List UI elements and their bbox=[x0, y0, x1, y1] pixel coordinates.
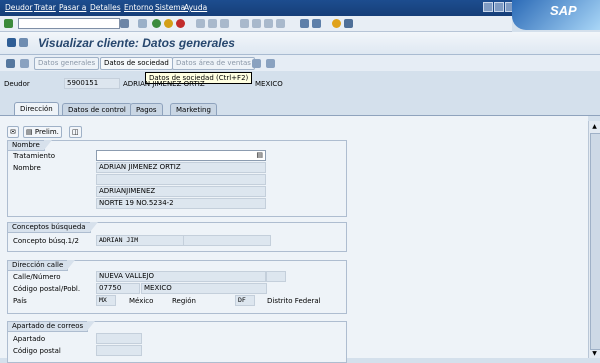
pais-field[interactable]: MX bbox=[96, 295, 116, 306]
next-page-icon[interactable] bbox=[264, 19, 273, 28]
region-label: Región bbox=[172, 297, 196, 305]
sap-brand-text: SAP bbox=[550, 3, 577, 18]
print-preview-icon: ▤ bbox=[26, 128, 35, 136]
document-icon bbox=[19, 38, 28, 47]
calle-field[interactable]: NUEVA VALLEJO bbox=[96, 271, 266, 282]
minimize-icon[interactable] bbox=[483, 2, 493, 12]
datos-generales-button[interactable]: Datos generales bbox=[34, 57, 100, 70]
application-toolbar: Datos generales Datos de sociedad Datos … bbox=[0, 55, 600, 71]
apartado-cp-field[interactable] bbox=[96, 345, 142, 356]
comm-icon[interactable]: ✉ bbox=[7, 126, 19, 138]
apartado-field[interactable] bbox=[96, 333, 142, 344]
customer-name: ADRIAN JIMENEZ ORTIZ bbox=[123, 80, 205, 88]
first-page-icon[interactable] bbox=[240, 19, 249, 28]
find-next-icon[interactable] bbox=[220, 19, 229, 28]
title-bar: Visualizar cliente: Datos generales bbox=[0, 32, 600, 55]
dropdown-icon[interactable]: ▤ bbox=[256, 151, 263, 160]
new-session-icon[interactable] bbox=[300, 19, 309, 28]
cp-label: Código postal/Pobl. bbox=[13, 285, 81, 293]
customer-icon bbox=[7, 38, 16, 47]
command-field[interactable] bbox=[18, 18, 120, 29]
nombre-label: Nombre bbox=[13, 164, 41, 172]
sap-logo: SAP bbox=[512, 0, 600, 30]
deudor-label: Deudor bbox=[4, 80, 30, 88]
dropdown-icon[interactable] bbox=[120, 19, 129, 28]
numero-field[interactable] bbox=[266, 271, 286, 282]
shortcut-icon[interactable] bbox=[312, 19, 321, 28]
display-change-icon[interactable] bbox=[6, 59, 15, 68]
nombre-field-4[interactable]: NORTE 19 NO.5234-2 bbox=[96, 198, 266, 209]
group-busqueda-title: Conceptos búsqueda bbox=[8, 222, 98, 233]
group-apartado: Apartado de correos bbox=[7, 321, 347, 363]
region-name: Distrito Federal bbox=[267, 297, 321, 305]
print-icon[interactable] bbox=[196, 19, 205, 28]
exit-icon[interactable] bbox=[164, 19, 173, 28]
nombre-field-3[interactable]: ADRIANJIMENEZ bbox=[96, 186, 266, 197]
vertical-scrollbar[interactable]: ▲ ▼ bbox=[588, 121, 600, 358]
menu-sistema[interactable]: Sistema bbox=[155, 3, 185, 12]
busqueda-label: Concepto búsq.1/2 bbox=[13, 237, 79, 245]
calle-label: Calle/Número bbox=[13, 273, 61, 281]
save-icon[interactable] bbox=[138, 19, 147, 28]
find-icon[interactable] bbox=[208, 19, 217, 28]
menu-tratar[interactable]: Tratar bbox=[34, 3, 56, 12]
group-direccion-title: Dirección calle bbox=[8, 260, 76, 271]
menu-pasar-a[interactable]: Pasar a bbox=[59, 3, 86, 12]
poblacion-field[interactable]: MEXICO bbox=[141, 283, 267, 294]
nombre-field-1[interactable]: ADRIAN JIMENEZ ORTIZ bbox=[96, 162, 266, 173]
cancel-icon[interactable] bbox=[176, 19, 185, 28]
other-customer-icon[interactable] bbox=[20, 59, 29, 68]
scroll-thumb[interactable] bbox=[590, 133, 600, 350]
cp-field[interactable]: 07750 bbox=[96, 283, 140, 294]
tratamiento-field[interactable]: ▤ bbox=[96, 150, 266, 161]
back-icon[interactable] bbox=[152, 19, 161, 28]
map-icon[interactable]: ◫ bbox=[69, 126, 82, 138]
last-page-icon[interactable] bbox=[276, 19, 285, 28]
previous-page-icon[interactable] bbox=[252, 19, 261, 28]
customer-city: MEXICO bbox=[255, 80, 283, 88]
nombre-field-2[interactable] bbox=[96, 174, 266, 185]
enter-icon[interactable] bbox=[4, 19, 13, 28]
datos-area-ventas-button[interactable]: Datos área de ventas bbox=[172, 57, 255, 70]
layout-icon[interactable] bbox=[344, 19, 353, 28]
pais-name: México bbox=[129, 297, 154, 305]
menu-ayuda[interactable]: Ayuda bbox=[184, 3, 207, 12]
menu-deudor[interactable]: Deudor bbox=[5, 3, 33, 12]
busqueda-field-2[interactable] bbox=[183, 235, 271, 246]
tratamiento-label: Tratamiento bbox=[13, 152, 55, 160]
datos-sociedad-button[interactable]: Datos de sociedad bbox=[100, 57, 173, 70]
apartado-label: Apartado bbox=[13, 335, 46, 343]
deudor-field[interactable]: 5900151 bbox=[64, 78, 120, 89]
prelim-label: Prelim. bbox=[34, 128, 59, 136]
prelim-button[interactable]: ▤ Prelim. bbox=[23, 126, 62, 138]
scroll-up-icon[interactable]: ▲ bbox=[590, 122, 599, 131]
additional-data-icon[interactable] bbox=[266, 59, 275, 68]
menu-bar: Deudor Tratar Pasar a Detalles Entorno S… bbox=[0, 0, 600, 30]
system-toolbar bbox=[0, 16, 512, 32]
group-nombre-title: Nombre bbox=[8, 140, 52, 151]
apartado-cp-label: Código postal bbox=[13, 347, 61, 355]
maximize-icon[interactable] bbox=[494, 2, 504, 12]
busqueda-field-1[interactable]: ADRIAN JIM bbox=[96, 235, 184, 246]
menu-entorno[interactable]: Entorno bbox=[124, 3, 153, 12]
region-field[interactable]: DF bbox=[235, 295, 255, 306]
page-title: Visualizar cliente: Datos generales bbox=[38, 36, 235, 50]
scroll-down-icon[interactable]: ▼ bbox=[590, 349, 599, 358]
group-apartado-title: Apartado de correos bbox=[8, 321, 96, 332]
help-icon[interactable] bbox=[332, 19, 341, 28]
pais-label: País bbox=[13, 297, 27, 305]
menu-detalles[interactable]: Detalles bbox=[90, 3, 121, 12]
sales-area-icon[interactable] bbox=[252, 59, 261, 68]
